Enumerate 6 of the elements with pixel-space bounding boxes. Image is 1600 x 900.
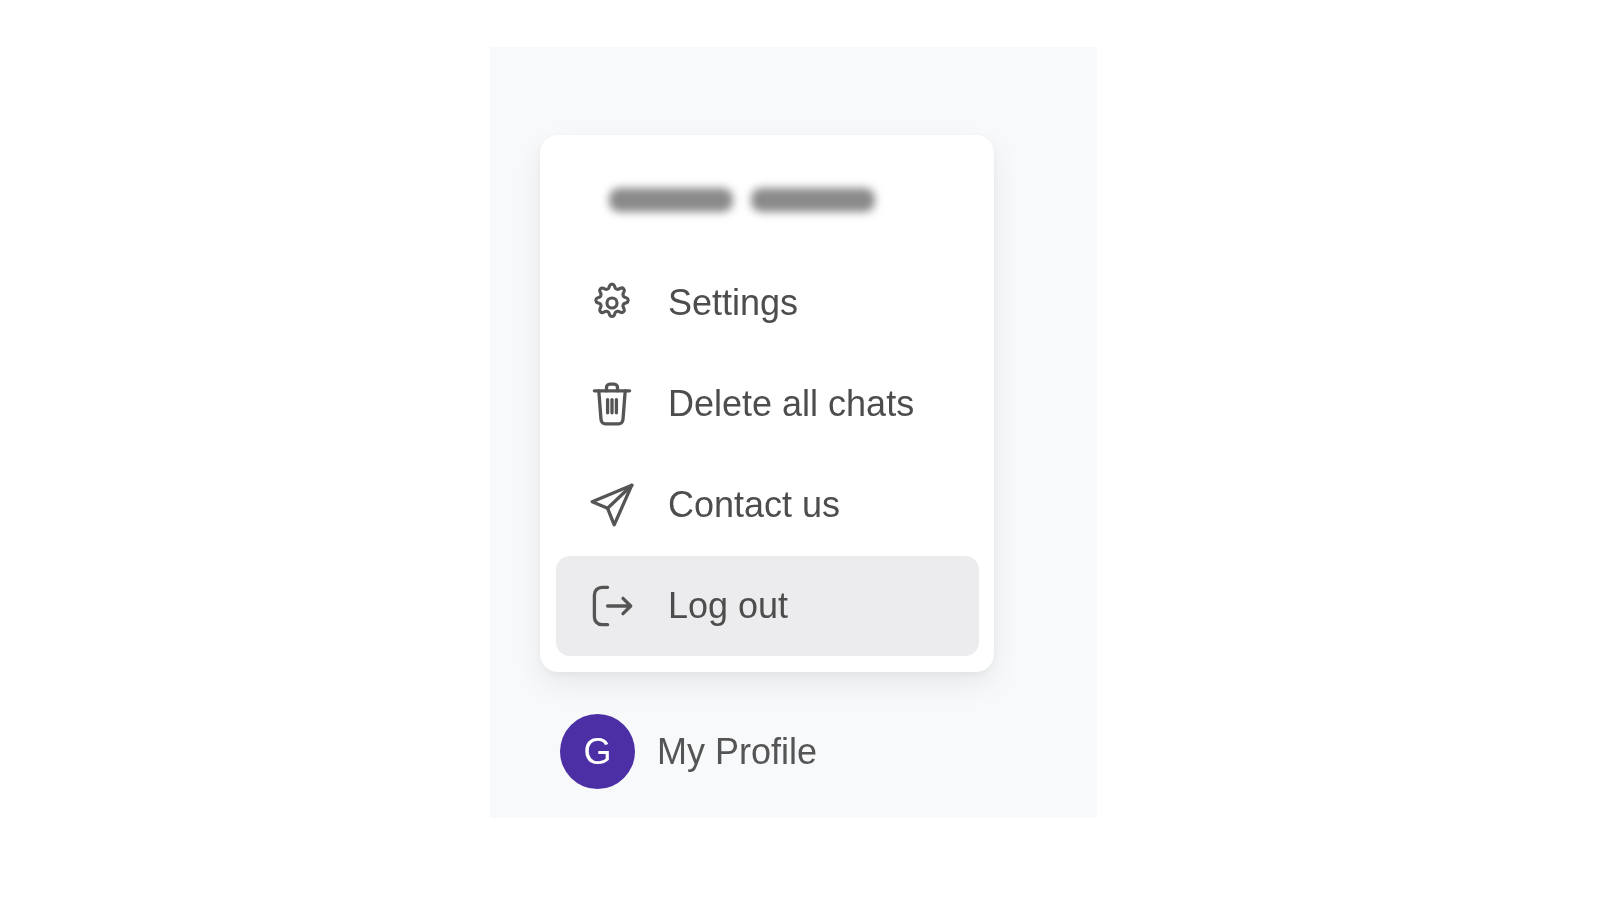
trash-icon bbox=[590, 382, 634, 426]
paper-plane-icon bbox=[590, 483, 634, 527]
menu-item[interactable]: Log out bbox=[556, 556, 979, 656]
profile-button[interactable]: G My Profile bbox=[560, 714, 818, 789]
avatar: G bbox=[560, 714, 635, 789]
logout-icon bbox=[590, 584, 634, 628]
